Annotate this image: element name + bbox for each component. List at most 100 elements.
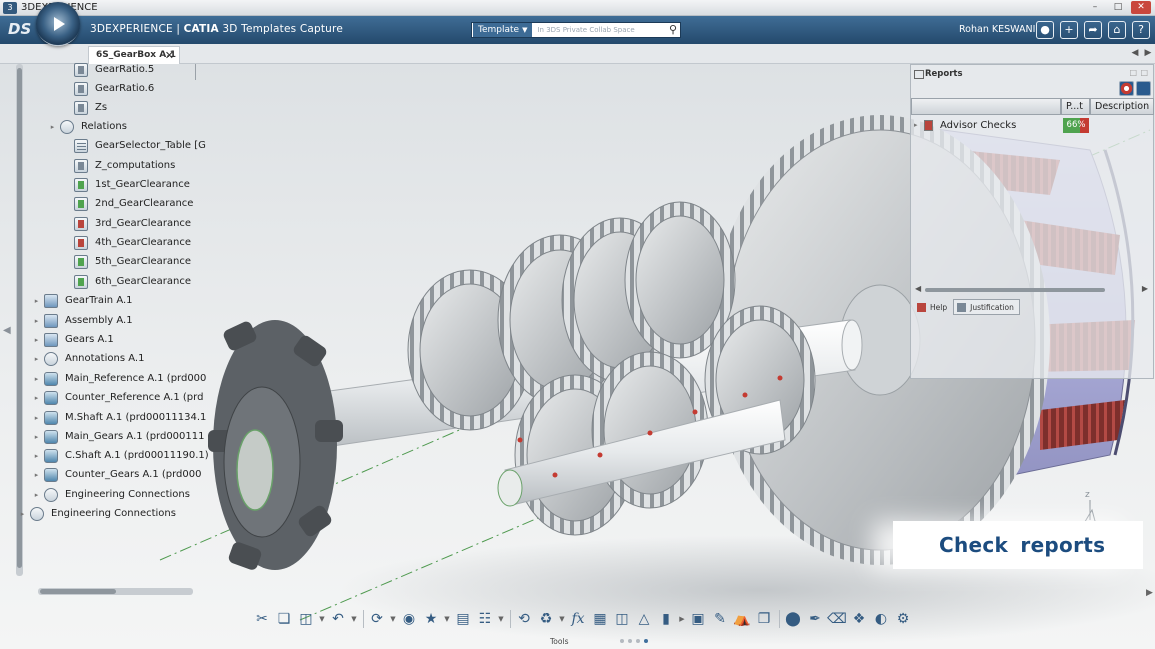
cube-icon[interactable]: ❐ <box>754 609 774 629</box>
help-icon[interactable]: ? <box>1132 21 1150 39</box>
close-window-button[interactable]: ✕ <box>1131 1 1151 14</box>
run-check-icon[interactable] <box>1119 81 1134 96</box>
material-icon[interactable]: ❖ <box>849 609 869 629</box>
page-dot[interactable] <box>628 639 632 643</box>
panel-close-icon[interactable]: □ <box>1140 68 1148 77</box>
tree-node[interactable]: GearRatio.6 <box>62 79 154 98</box>
measure-icon[interactable]: △ <box>634 609 654 629</box>
update-icon[interactable]: ⟳ <box>367 609 387 629</box>
reports-scroll-thumb[interactable] <box>925 288 1105 292</box>
tree-node[interactable]: ▸ M.Shaft A.1 (prd00011134.1 <box>32 408 206 427</box>
search-scope-dropdown[interactable]: Template ▼ <box>473 23 533 37</box>
tree-structure-icon[interactable]: ☷ <box>475 609 495 629</box>
tree-expander-icon[interactable]: ▸ <box>32 336 41 344</box>
undo-icon[interactable]: ↶ <box>328 609 348 629</box>
tree-node[interactable]: ▸ Engineering Connections <box>18 504 176 523</box>
tree-expander-icon[interactable]: ▸ <box>32 297 41 305</box>
collapse-left-icon[interactable]: ◀ <box>3 325 11 336</box>
law-dropdown-icon[interactable]: ▶ <box>678 609 686 629</box>
share-icon[interactable]: ➦ <box>1084 21 1102 39</box>
design-table-icon[interactable]: ▦ <box>590 609 610 629</box>
tree-expander-icon[interactable]: ▸ <box>32 433 41 441</box>
paste-icon[interactable]: ◫ <box>296 609 316 629</box>
compass-icon[interactable] <box>36 2 80 46</box>
tree-horizontal-scrollbar[interactable] <box>38 588 193 595</box>
tree-node[interactable]: ▸ C.Shaft A.1 (prd00011190.1) <box>32 446 209 465</box>
tree-expander-icon[interactable]: ▸ <box>48 123 57 131</box>
tree-expander-icon[interactable]: ▸ <box>32 317 41 325</box>
undo-dropdown-icon[interactable]: ▼ <box>350 609 358 629</box>
tree-expander-icon[interactable]: ▸ <box>18 510 27 518</box>
check-analysis-icon[interactable]: ⚙ <box>893 609 913 629</box>
panel-minimize-icon[interactable]: □ <box>1129 68 1137 77</box>
add-content-icon[interactable]: + <box>1060 21 1078 39</box>
tree-expander-icon[interactable]: ▸ <box>32 471 41 479</box>
page-dot[interactable] <box>620 639 624 643</box>
search-input[interactable]: In 3DS Private Collab Space <box>537 26 666 34</box>
pencil-icon[interactable]: ✎ <box>710 609 730 629</box>
eyedropper-icon[interactable]: ✒ <box>805 609 825 629</box>
search-bar[interactable]: Template ▼ In 3DS Private Collab Space ⚲ <box>471 22 681 38</box>
page-dot[interactable] <box>636 639 640 643</box>
tree-node[interactable]: 4th_GearClearance <box>62 233 191 252</box>
knowledge-icon[interactable]: ◫ <box>612 609 632 629</box>
tree-node[interactable]: ▸ Main_Reference A.1 (prd000 <box>32 369 206 388</box>
law-icon[interactable]: ▮ <box>656 609 676 629</box>
tree-node[interactable]: ▸ Engineering Connections <box>32 485 190 504</box>
render-icon[interactable]: ◐ <box>871 609 891 629</box>
favorite-icon[interactable]: ★ <box>421 609 441 629</box>
tree-expander-icon[interactable]: ▸ <box>32 452 41 460</box>
tree-node[interactable]: ▸ Counter_Gears A.1 (prd000 <box>32 465 202 484</box>
minimize-button[interactable]: – <box>1085 1 1105 14</box>
bottle-icon[interactable]: ⛺ <box>732 609 752 629</box>
tab-justification[interactable]: Justification <box>953 299 1020 315</box>
tree-expander-icon[interactable]: ▸ <box>32 375 41 383</box>
replace-icon[interactable]: ♻ <box>536 609 556 629</box>
maximize-button[interactable]: □ <box>1108 1 1128 14</box>
toolbar-page-dots[interactable] <box>620 639 648 643</box>
tree-node[interactable]: Zs <box>62 98 107 117</box>
close-tab-icon[interactable]: ✕ <box>165 47 174 64</box>
reaction-icon[interactable]: ▣ <box>688 609 708 629</box>
column-name[interactable] <box>911 98 1061 115</box>
tab-next-icon[interactable]: ▶ <box>1142 48 1154 60</box>
refresh-icon[interactable]: ⟲ <box>514 609 534 629</box>
replace-dropdown-icon[interactable]: ▼ <box>558 609 566 629</box>
tree-scroll-thumb[interactable] <box>17 68 22 568</box>
tree-node[interactable]: ▸ Annotations A.1 <box>32 349 144 368</box>
tree-node[interactable]: ▸ GearTrain A.1 <box>32 291 133 310</box>
expand-right-icon[interactable]: ▶ <box>1146 588 1153 598</box>
tree-expander-icon[interactable]: ▸ <box>32 394 41 402</box>
insert-product-icon[interactable]: ◉ <box>399 609 419 629</box>
tree-node[interactable]: ▸ Relations <box>48 117 127 136</box>
tree-expander-icon[interactable]: ▸ <box>32 491 41 499</box>
tree-expander-icon[interactable]: ▸ <box>32 414 41 422</box>
eraser-icon[interactable]: ⌫ <box>827 609 847 629</box>
reports-panel[interactable]: Reports □ □ P...t Description ▸ Advisor … <box>910 64 1154 379</box>
expand-row-icon[interactable]: ▸ <box>914 117 918 134</box>
tree-hscroll-thumb[interactable] <box>40 589 116 594</box>
tab-prev-icon[interactable]: ◀ <box>1129 48 1141 60</box>
tree-node[interactable]: 6th_GearClearance <box>62 272 191 291</box>
favorite-dropdown-icon[interactable]: ▼ <box>443 609 451 629</box>
specification-tree[interactable]: GearRatio.5 GearRatio.6 Zs ▸ Relations GearSe… <box>0 62 209 604</box>
structure-dropdown-icon[interactable]: ▼ <box>497 609 505 629</box>
home-icon[interactable]: ⌂ <box>1108 21 1126 39</box>
tree-node[interactable]: ▸ Counter_Reference A.1 (prd <box>32 388 203 407</box>
tree-node[interactable]: 3rd_GearClearance <box>62 214 191 233</box>
column-percent[interactable]: P...t <box>1061 98 1090 115</box>
formula-icon[interactable]: fx <box>568 609 588 629</box>
scroll-left-icon[interactable]: ◀ <box>915 284 921 293</box>
paste-dropdown-icon[interactable]: ▼ <box>318 609 326 629</box>
tree-node[interactable]: Z_computations <box>62 156 175 175</box>
sphere-icon[interactable]: ⬤ <box>783 609 803 629</box>
user-profile-icon[interactable]: ● <box>1036 21 1054 39</box>
tab-help[interactable]: Help <box>913 299 953 315</box>
properties-icon[interactable]: ▤ <box>453 609 473 629</box>
tree-expander-icon[interactable]: ▸ <box>32 355 41 363</box>
tree-node[interactable]: 1st_GearClearance <box>62 175 190 194</box>
search-icon[interactable]: ⚲ <box>666 23 680 37</box>
report-view-icon[interactable] <box>1136 81 1151 96</box>
copy-icon[interactable]: ❏ <box>274 609 294 629</box>
cut-icon[interactable]: ✂ <box>252 609 272 629</box>
